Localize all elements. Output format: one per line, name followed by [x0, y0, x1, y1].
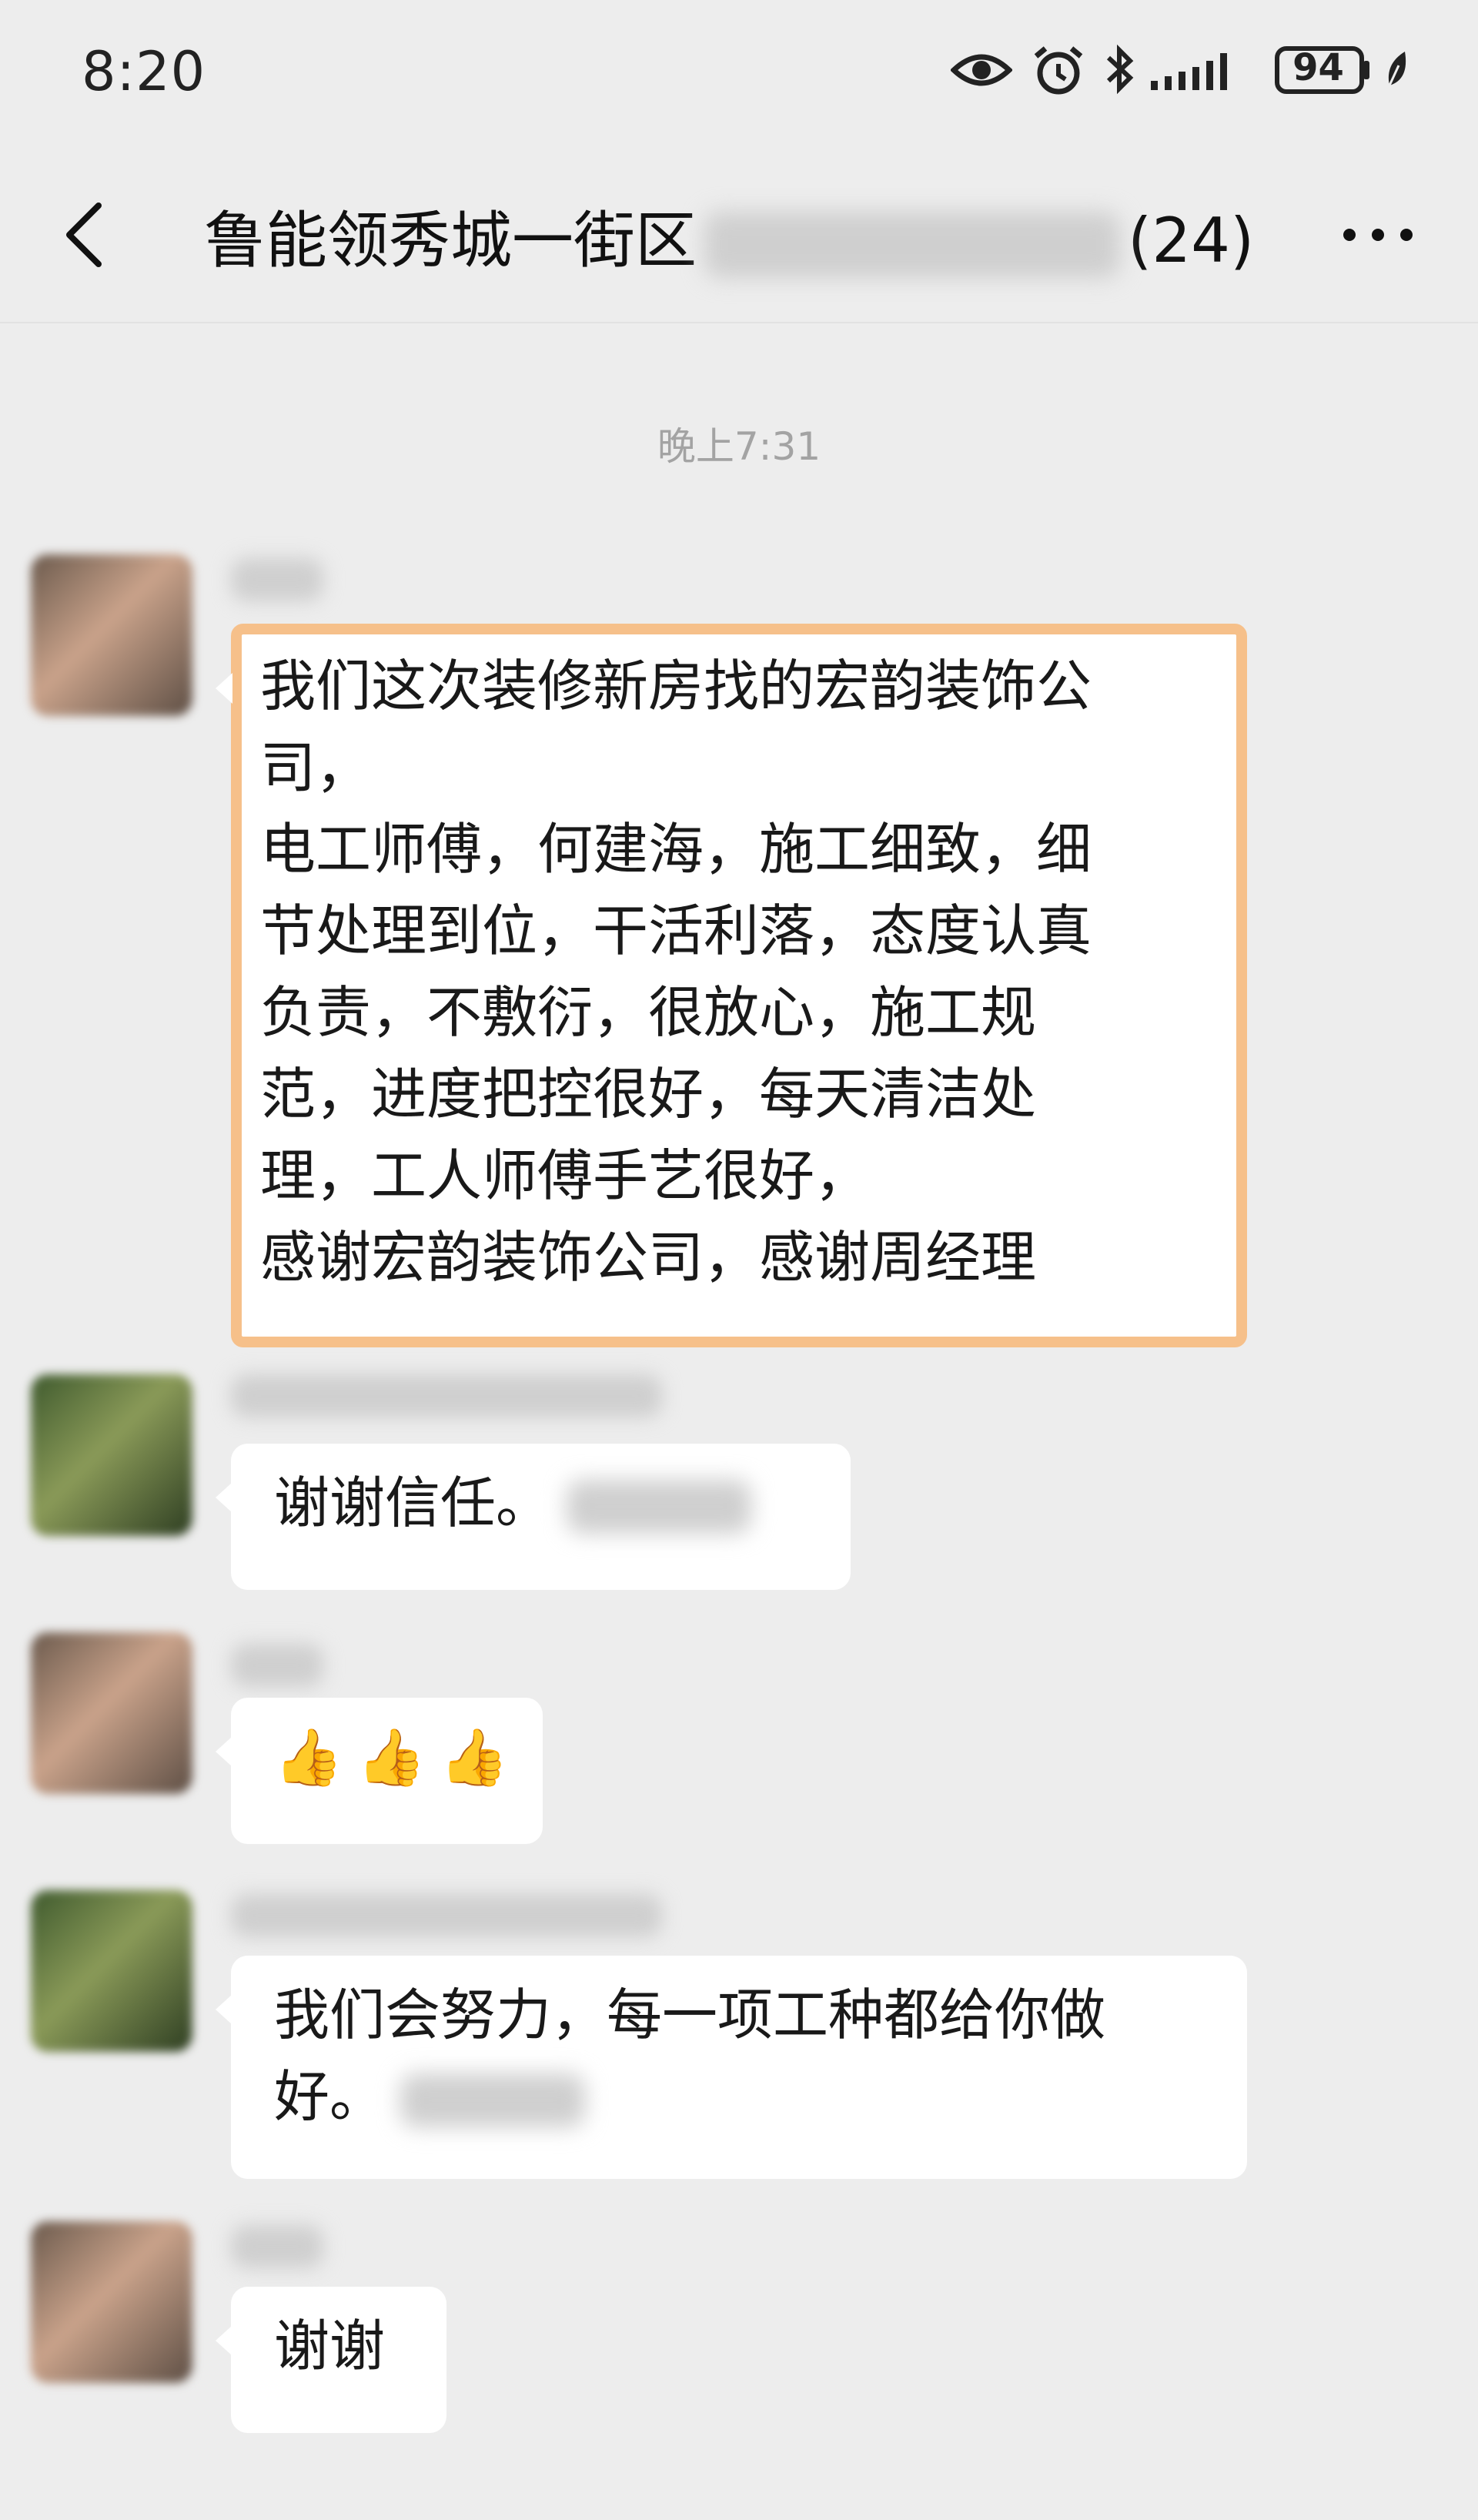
message-text: 谢谢信任。: [274, 1471, 552, 1535]
chat-header: 鲁能领秀城一街区 (24): [0, 154, 1478, 316]
message-line: 感谢宏韵装饰公司，感谢周经理: [260, 1225, 1037, 1290]
sender-name: [231, 558, 323, 601]
thumbs-up-icon: 👍: [440, 1725, 509, 1789]
signal-icon: [1151, 53, 1227, 90]
avatar[interactable]: [31, 1890, 192, 2052]
avatar[interactable]: [31, 2221, 192, 2383]
sender-name: [231, 1644, 323, 1687]
redacted-text: [567, 1480, 752, 1534]
redacted-title-part: [704, 212, 1120, 279]
message-bubble[interactable]: 👍 👍 👍: [216, 1698, 543, 1844]
sender-name: [231, 1894, 662, 1937]
emoji-row: 👍 👍 👍: [274, 1716, 509, 1798]
message-bubble[interactable]: 我们会努力，每一项工种都给你做 好。: [216, 1956, 1247, 2179]
avatar[interactable]: [31, 1374, 192, 1536]
avatar[interactable]: [31, 554, 192, 716]
message-line: 司，: [260, 735, 372, 800]
alarm-icon: [1034, 46, 1083, 95]
status-bar: 8:20 94: [0, 0, 1478, 146]
more-button[interactable]: [1336, 212, 1420, 258]
message-line: 理，工人师傅手艺很好，: [260, 1143, 871, 1208]
message-line: 我们会努力，每一项工种都给你做: [274, 1983, 1106, 2047]
sender-name: [231, 2225, 323, 2268]
status-time: 8:20: [82, 40, 206, 103]
chevron-left-icon: [66, 202, 102, 267]
back-button[interactable]: [54, 196, 123, 273]
bluetooth-icon: [1106, 44, 1134, 95]
leaf-icon: [1388, 52, 1406, 86]
member-count: (24): [1128, 205, 1255, 276]
chat-title: 鲁能领秀城一街区 (24): [204, 191, 1254, 280]
message-bubble[interactable]: 我们这次装修新房找的宏韵装饰公 司， 电工师傅，何建海，施工细致，细 节处理到位…: [216, 624, 1247, 1347]
message-text: 谢谢: [274, 2314, 386, 2378]
message-bubble[interactable]: 谢谢信任。: [216, 1444, 851, 1590]
avatar[interactable]: [31, 1632, 192, 1794]
message-timestamp: 晚上7:31: [657, 424, 821, 469]
more-icon: [1343, 229, 1413, 241]
message-line: 负责，不敷衍，很放心，施工规: [260, 980, 1037, 1045]
header-divider: [0, 322, 1478, 323]
message-bubble[interactable]: 谢谢: [216, 2287, 446, 2433]
message-line: 好。: [274, 2056, 1204, 2137]
chat-title-prefix: 鲁能领秀城一街区: [204, 205, 697, 276]
battery-level: 94: [1292, 46, 1344, 89]
eye-icon: [951, 54, 1012, 86]
thumbs-up-icon: 👍: [356, 1725, 426, 1789]
message-line: 我们这次装修新房找的宏韵装饰公: [260, 654, 1092, 718]
redacted-text: [400, 2073, 586, 2128]
thumbs-up-icon: 👍: [274, 1725, 343, 1789]
message-line: 电工师傅，何建海，施工细致，细: [260, 817, 1092, 882]
message-line: 节处理到位，干活利落，态度认真: [260, 899, 1092, 963]
sender-name: [231, 1374, 662, 1417]
message-line: 范，进度把控很好，每天清洁处: [260, 1062, 1037, 1126]
